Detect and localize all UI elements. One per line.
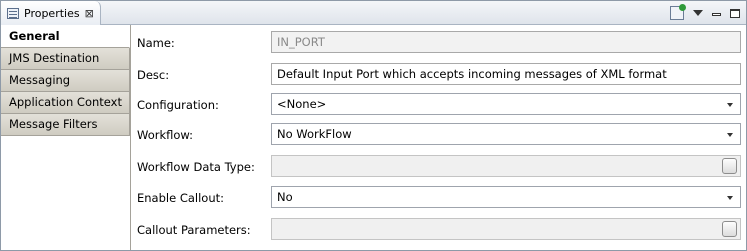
desc-row: Desc: Default Input Port which accepts i… <box>132 63 746 87</box>
properties-view-icon <box>7 7 19 19</box>
workflow-data-type-field <box>271 155 741 177</box>
chevron-down-icon[interactable] <box>727 196 733 200</box>
callout-parameters-field <box>271 218 741 240</box>
workflow-data-type-row: Workflow Data Type: <box>132 155 746 179</box>
workflow-label: Workflow: <box>137 128 194 142</box>
maximize-icon[interactable] <box>730 8 740 18</box>
tab-title: Properties <box>24 6 80 20</box>
workflow-data-type-browse-button[interactable] <box>722 158 737 174</box>
callout-parameters-label: Callout Parameters: <box>137 223 251 237</box>
enable-callout-value: No <box>277 190 293 204</box>
chevron-down-icon[interactable] <box>727 133 733 137</box>
enable-callout-label: Enable Callout: <box>137 191 225 205</box>
general-form: Name: IN_PORT Desc: Default Input Port w… <box>132 25 746 250</box>
enable-callout-select[interactable]: No <box>271 186 741 208</box>
callout-parameters-row: Callout Parameters: <box>132 218 746 242</box>
tab-properties[interactable]: Properties ⊠ <box>1 1 101 25</box>
sidebar-item-messaging[interactable]: Messaging <box>1 70 130 92</box>
properties-view: Properties ⊠ General JMS Destination Mes… <box>0 0 747 251</box>
configuration-row: Configuration: <None> <box>132 93 746 117</box>
sidebar-item-message-filters[interactable]: Message Filters <box>1 114 130 136</box>
pin-editor-icon[interactable] <box>670 4 686 20</box>
name-row: Name: IN_PORT <box>132 31 746 55</box>
desc-label: Desc: <box>137 68 170 82</box>
configuration-value: <None> <box>277 97 327 111</box>
minimize-icon[interactable] <box>712 12 721 16</box>
workflow-row: Workflow: No WorkFlow <box>132 123 746 147</box>
close-icon[interactable]: ⊠ <box>85 7 94 20</box>
sidebar-item-application-context[interactable]: Application Context <box>1 92 130 114</box>
configuration-select[interactable]: <None> <box>271 93 741 115</box>
chevron-down-icon[interactable] <box>727 103 733 107</box>
desc-field[interactable]: Default Input Port which accepts incomin… <box>271 63 741 85</box>
name-label: Name: <box>137 36 175 50</box>
view-tab-bar: Properties ⊠ <box>1 1 746 25</box>
view-toolbar <box>670 4 740 22</box>
configuration-label: Configuration: <box>137 98 219 112</box>
workflow-value: No WorkFlow <box>277 127 352 141</box>
callout-parameters-browse-button[interactable] <box>722 221 737 237</box>
view-menu-icon[interactable] <box>693 10 703 16</box>
section-tabs: General JMS Destination Messaging Applic… <box>1 25 131 250</box>
sidebar-item-general[interactable]: General <box>1 25 130 48</box>
enable-callout-row: Enable Callout: No <box>132 186 746 210</box>
sidebar-item-jms-destination[interactable]: JMS Destination <box>1 48 130 70</box>
workflow-select[interactable]: No WorkFlow <box>271 123 741 145</box>
workflow-data-type-label: Workflow Data Type: <box>137 160 255 174</box>
name-field: IN_PORT <box>271 31 741 53</box>
